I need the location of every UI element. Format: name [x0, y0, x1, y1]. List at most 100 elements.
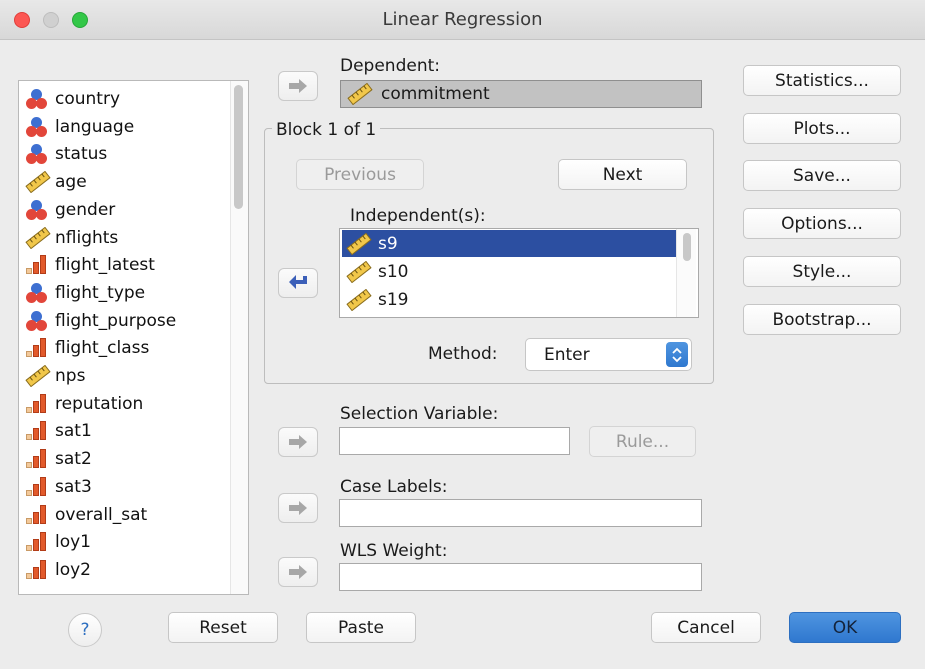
title-bar: Linear Regression [0, 0, 925, 40]
variable-item[interactable]: nps [25, 363, 85, 389]
independents-list[interactable]: s19 s10 s9 [339, 228, 699, 318]
block-title: Block 1 of 1 [272, 120, 381, 140]
variable-item[interactable]: sat3 [25, 474, 92, 500]
ordinal-icon [25, 448, 49, 470]
variable-item[interactable]: flight_class [25, 335, 149, 361]
variable-name: age [55, 172, 87, 193]
paste-button[interactable]: Paste [306, 612, 416, 643]
scale-icon [346, 232, 372, 255]
move-to-wls-weight-button[interactable] [278, 557, 318, 587]
scale-icon [25, 364, 51, 388]
independent-item[interactable]: s19 [342, 286, 676, 313]
nominal-icon [25, 116, 49, 138]
save-button[interactable]: Save... [743, 160, 901, 191]
variable-item[interactable]: reputation [25, 391, 143, 417]
independent-item[interactable]: s9 [342, 230, 676, 257]
variable-name: flight_purpose [55, 310, 177, 331]
variable-name: language [55, 116, 135, 137]
nominal-icon [25, 143, 49, 165]
variable-item[interactable]: flight_type [25, 280, 145, 306]
bootstrap-button[interactable]: Bootstrap... [743, 304, 901, 335]
reset-button[interactable]: Reset [168, 612, 278, 643]
ordinal-icon [25, 254, 49, 276]
ordinal-icon [25, 559, 49, 581]
variable-item[interactable]: flight_latest [25, 252, 155, 278]
variable-item[interactable]: language [25, 114, 134, 140]
independent-name: s10 [378, 261, 409, 282]
method-value: Enter [544, 344, 590, 365]
move-to-selection-variable-button[interactable] [278, 427, 318, 457]
right-arrow-icon [289, 79, 307, 93]
variable-name: flight_latest [55, 255, 155, 276]
statistics-button[interactable]: Statistics... [743, 65, 901, 96]
independents-scrollbar[interactable] [676, 229, 696, 317]
dependent-value: commitment [381, 84, 490, 104]
selection-variable-field[interactable] [339, 427, 570, 455]
right-arrow-icon [289, 501, 307, 515]
nominal-icon [25, 282, 49, 304]
variable-item[interactable]: loy1 [25, 529, 91, 555]
variable-name: nflights [55, 227, 119, 248]
independent-name: s19 [378, 289, 409, 310]
variable-name: reputation [55, 393, 144, 414]
variable-name: loy2 [55, 559, 92, 580]
selection-variable-label: Selection Variable: [340, 404, 499, 424]
variable-item[interactable]: sat1 [25, 418, 92, 444]
dependent-field[interactable]: commitment [340, 80, 702, 108]
variable-name: gender [55, 199, 116, 220]
variable-list-scrollbar[interactable] [230, 81, 248, 594]
options-button[interactable]: Options... [743, 208, 901, 239]
plots-button[interactable]: Plots... [743, 113, 901, 144]
ordinal-icon [25, 393, 49, 415]
move-to-case-labels-button[interactable] [278, 493, 318, 523]
independents-label: Independent(s): [350, 206, 486, 226]
chevron-updown-icon [666, 342, 688, 367]
variable-item[interactable]: overall_sat [25, 502, 147, 528]
scale-icon [25, 170, 51, 194]
variable-name: sat2 [55, 449, 92, 470]
variable-list-scroll-thumb[interactable] [234, 85, 243, 209]
scale-icon [347, 82, 373, 106]
wls-weight-field[interactable] [339, 563, 702, 591]
method-select[interactable]: Enter [525, 338, 692, 371]
method-label: Method: [428, 344, 498, 364]
variable-name: flight_type [55, 282, 146, 303]
nominal-icon [25, 88, 49, 110]
right-arrow-icon [289, 435, 307, 449]
variable-item[interactable]: nflights [25, 225, 118, 251]
variable-item[interactable]: country [25, 86, 120, 112]
previous-button[interactable]: Previous [296, 159, 424, 190]
variable-name: sat1 [55, 421, 92, 442]
scale-icon [346, 288, 372, 311]
source-variable-list[interactable]: loy2 loy1 overall_sat sat3 sat2 sat1 reputatio… [18, 80, 249, 595]
cancel-button[interactable]: Cancel [651, 612, 761, 643]
variable-name: flight_class [55, 338, 150, 359]
move-to-independents-button[interactable] [278, 268, 318, 298]
ok-button[interactable]: OK [789, 612, 901, 643]
wls-weight-label: WLS Weight: [340, 541, 448, 561]
independent-name: s9 [378, 233, 398, 254]
nominal-icon [25, 310, 49, 332]
variable-name: overall_sat [55, 504, 148, 525]
scale-icon [346, 260, 372, 283]
style-button[interactable]: Style... [743, 256, 901, 287]
variable-item[interactable]: loy2 [25, 557, 91, 583]
independent-item[interactable]: s10 [342, 258, 676, 285]
variable-item[interactable]: flight_purpose [25, 308, 176, 334]
rule-button[interactable]: Rule... [589, 426, 696, 457]
nominal-icon [25, 199, 49, 221]
independents-scroll-thumb[interactable] [683, 233, 691, 261]
case-labels-field[interactable] [339, 499, 702, 527]
window-title: Linear Regression [382, 9, 543, 30]
variable-item[interactable]: gender [25, 197, 115, 223]
ordinal-icon [25, 476, 49, 498]
case-labels-label: Case Labels: [340, 477, 448, 497]
variable-item[interactable]: age [25, 169, 87, 195]
variable-name: sat3 [55, 476, 92, 497]
help-button[interactable]: ? [68, 613, 102, 647]
move-to-dependent-button[interactable] [278, 71, 318, 101]
ordinal-icon [25, 420, 49, 442]
variable-item[interactable]: sat2 [25, 446, 92, 472]
next-button[interactable]: Next [558, 159, 687, 190]
variable-item[interactable]: status [25, 141, 107, 167]
